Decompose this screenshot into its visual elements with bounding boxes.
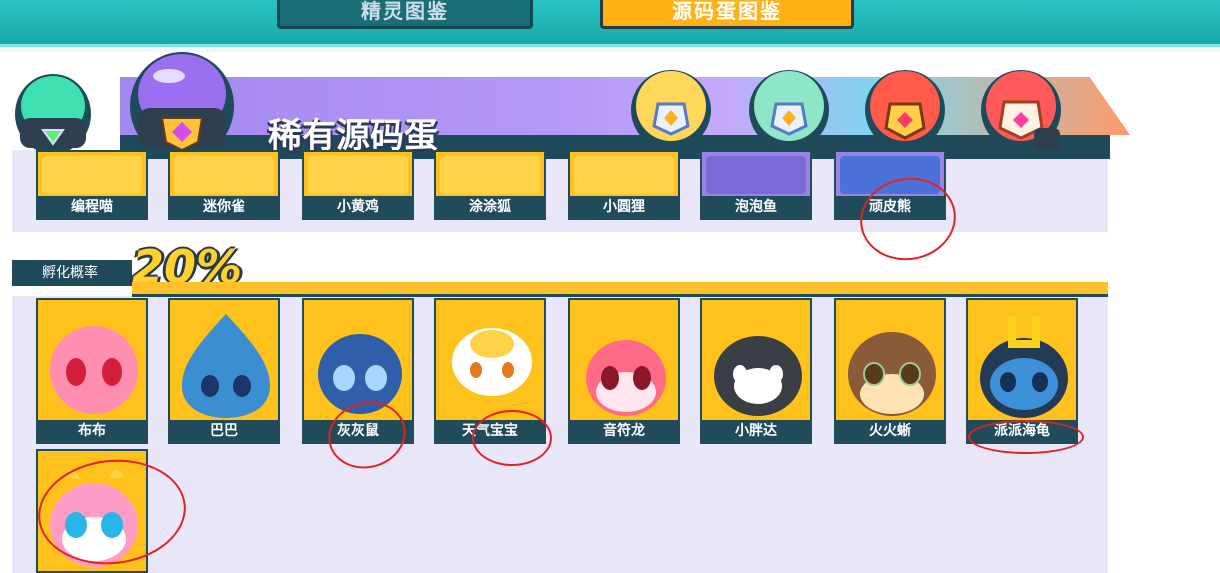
legend-egg-icon[interactable] (746, 64, 832, 152)
creature-name: 编程喵 (38, 196, 146, 218)
epic-egg-icon[interactable] (628, 64, 714, 152)
creature-portrait (574, 156, 674, 194)
hatch-rate-label: 孵化概率 (12, 260, 132, 286)
rare-egg-icon[interactable] (124, 46, 240, 162)
creature-portrait (972, 304, 1072, 418)
creature-card[interactable]: 小圆狸 (568, 150, 680, 220)
creature-name: 小圆狸 (570, 196, 678, 218)
creature-portrait (440, 156, 540, 194)
tab-egg-atlas[interactable]: 源码蛋图鉴 (600, 0, 854, 29)
annotation-circle (472, 410, 552, 466)
creature-card[interactable]: 涂涂狐 (434, 150, 546, 220)
creature-name: 迷你雀 (170, 196, 278, 218)
creature-portrait (706, 156, 806, 194)
creature-card[interactable]: 巴巴 (168, 298, 280, 444)
creature-card[interactable]: 编程喵 (36, 150, 148, 220)
creature-portrait (840, 304, 940, 418)
creature-portrait (440, 304, 540, 418)
creature-portrait (308, 156, 408, 194)
creature-card[interactable]: 小胖达 (700, 298, 812, 444)
creature-portrait (574, 304, 674, 418)
top-bar: 精灵图鉴 源码蛋图鉴 (0, 0, 1220, 47)
creature-portrait (42, 156, 142, 194)
creature-name: 泡泡鱼 (702, 196, 810, 218)
creature-card[interactable]: 小黄鸡 (302, 150, 414, 220)
hatch-rate-divider (132, 282, 1108, 297)
creature-portrait (174, 304, 274, 418)
creature-portrait (174, 156, 274, 194)
creature-card[interactable]: 火火蜥 (834, 298, 946, 444)
tab-sprite-atlas[interactable]: 精灵图鉴 (277, 0, 533, 29)
limited-egg-icon[interactable] (978, 64, 1064, 156)
creature-name: 布布 (38, 420, 146, 442)
creature-name: 音符龙 (570, 420, 678, 442)
hatch-rate-header: 孵化概率 20% (12, 236, 1108, 297)
creature-card[interactable]: 迷你雀 (168, 150, 280, 220)
creature-portrait (706, 304, 806, 418)
creature-name: 小黄鸡 (304, 196, 412, 218)
creature-card[interactable]: 布布 (36, 298, 148, 444)
annotation-circle (968, 420, 1084, 454)
creature-card[interactable]: 泡泡鱼 (700, 150, 812, 220)
creature-portrait (308, 304, 408, 418)
creature-portrait (42, 304, 142, 418)
creature-name: 火火蜥 (836, 420, 944, 442)
mythic-egg-icon[interactable] (862, 64, 948, 152)
creature-name: 涂涂狐 (436, 196, 544, 218)
creature-name: 小胖达 (702, 420, 810, 442)
common-egg-icon[interactable] (8, 62, 98, 158)
creature-card[interactable]: 音符龙 (568, 298, 680, 444)
creature-name: 巴巴 (170, 420, 278, 442)
